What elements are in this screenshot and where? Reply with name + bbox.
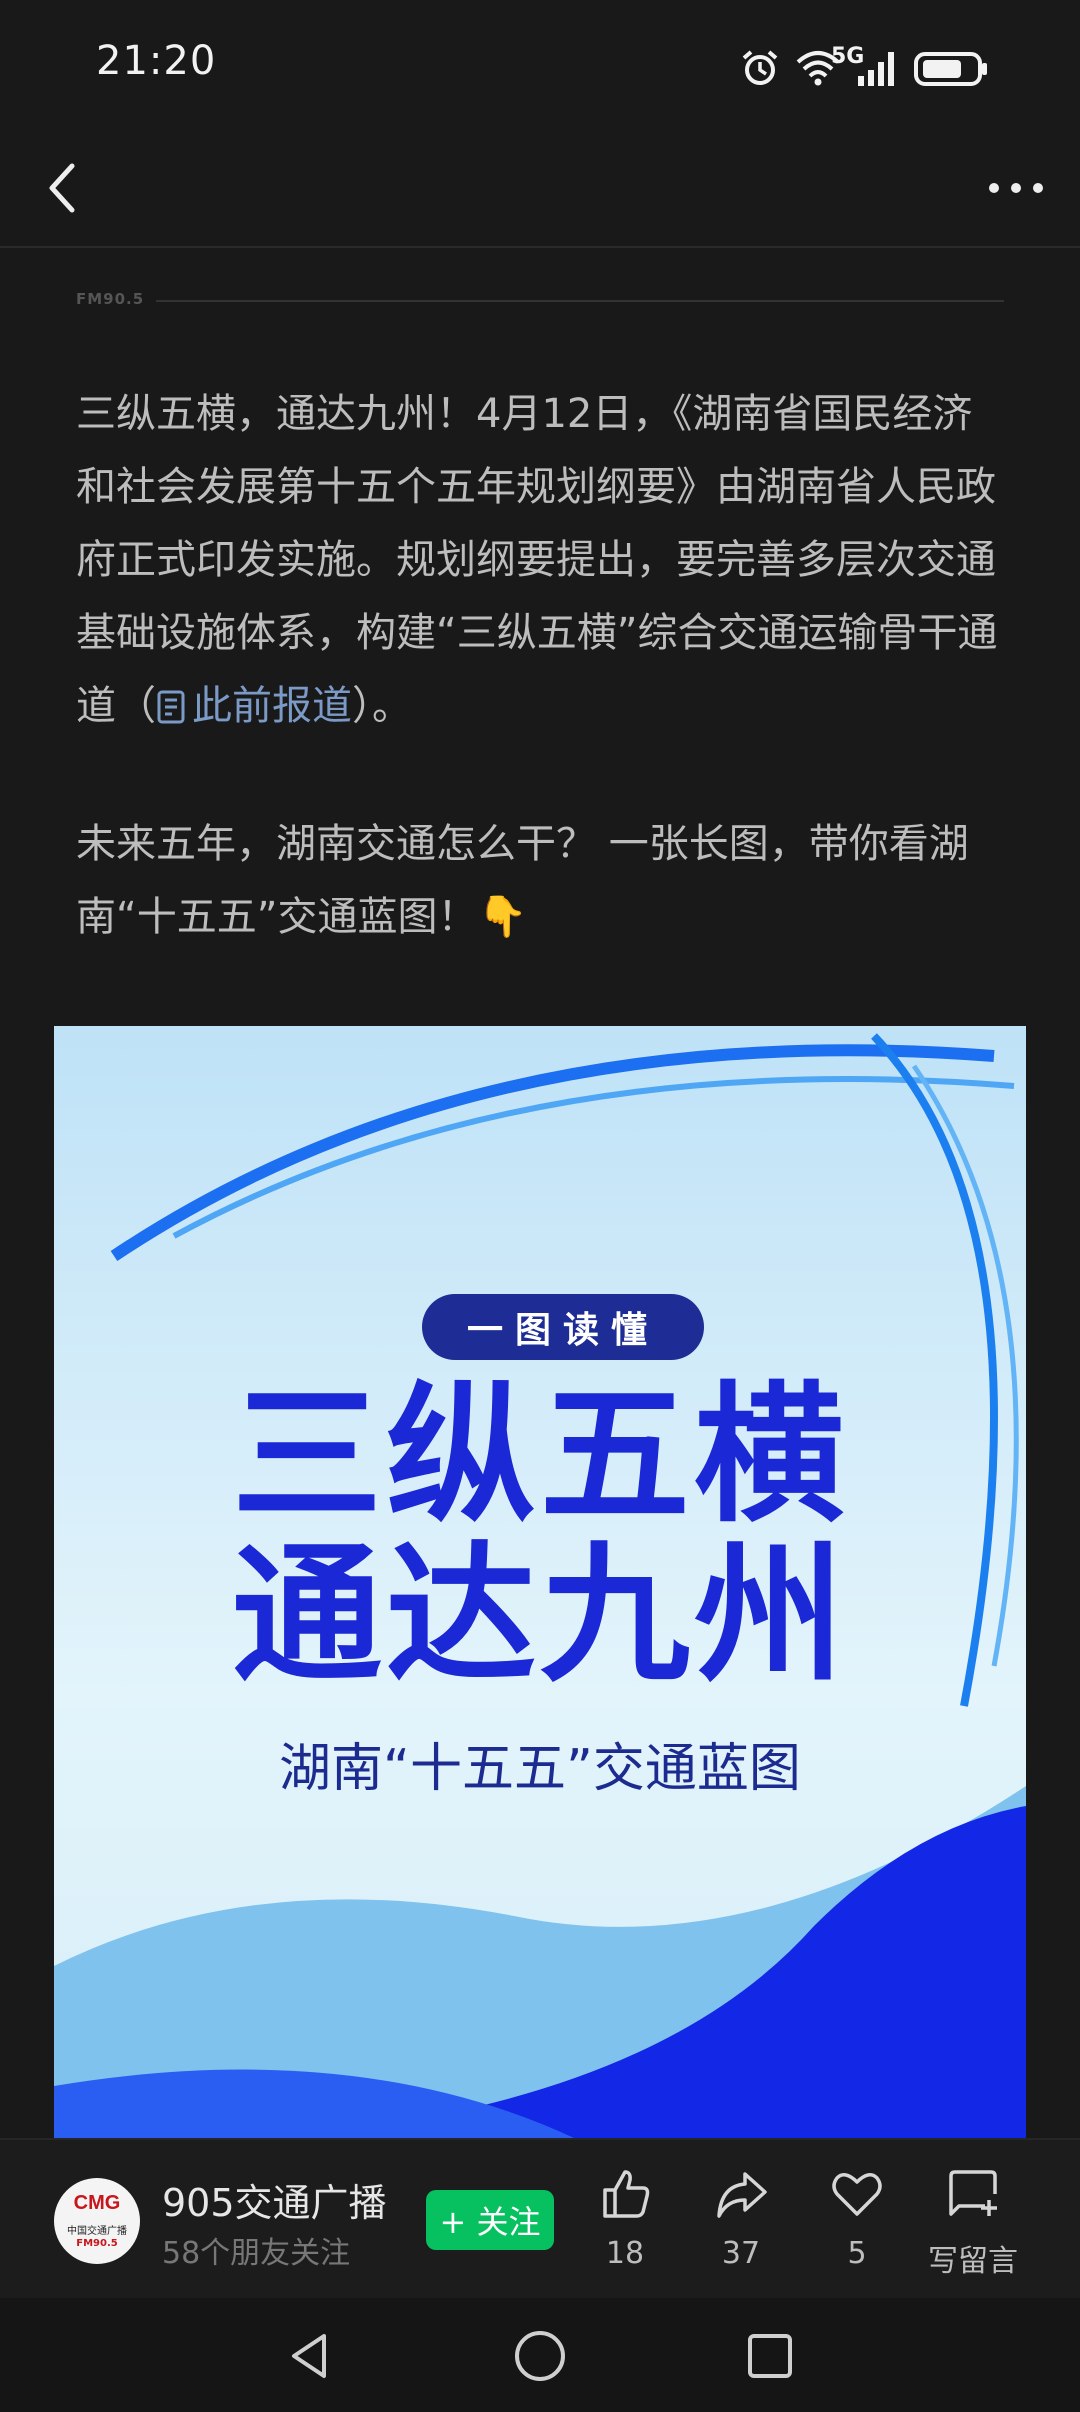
paragraph-1-end: ）。 <box>352 683 412 729</box>
previous-report-link-text: 此前报道 <box>192 683 352 729</box>
previous-report-link[interactable]: 此前报道 <box>156 683 352 729</box>
more-icon <box>989 183 1043 193</box>
top-navbar <box>0 132 1080 248</box>
nav-home-icon[interactable] <box>510 2326 570 2386</box>
thumb-up-icon <box>603 2170 650 2218</box>
heart-icon <box>832 2173 882 2216</box>
share-button[interactable]: 37 <box>686 2166 796 2271</box>
nav-recents-icon[interactable] <box>740 2326 800 2386</box>
alarm-icon <box>742 50 778 85</box>
article-paragraph-2: 未来五年，湖南交通怎么干？ 一张长图，带你看湖南“十五五”交通蓝图！👇 <box>76 821 969 940</box>
document-icon <box>157 690 185 724</box>
source-tag: FM90.5 <box>76 290 145 308</box>
friends-following: 58个朋友关注 <box>162 2236 351 2271</box>
wifi-icon <box>796 51 840 86</box>
status-bar: 21:20 5G <box>0 0 1080 132</box>
more-button[interactable] <box>980 152 1052 224</box>
comment-label: 写留言 <box>928 2244 1018 2279</box>
follow-button[interactable]: + 关注 <box>426 2190 554 2250</box>
avatar-logo: CMG <box>73 2192 121 2214</box>
source-divider: FM90.5 <box>76 290 1004 310</box>
favorite-button[interactable]: 5 <box>802 2166 912 2271</box>
like-button[interactable]: 18 <box>570 2166 680 2271</box>
signal-icon <box>858 52 894 86</box>
status-icons <box>740 44 990 92</box>
bottom-action-bar: CMG 中国交通广播 FM90.5 905交通广播 58个朋友关注 + 关注 1… <box>0 2138 1080 2300</box>
poster-pill-label: 一图读懂 <box>422 1294 704 1360</box>
comment-icon <box>949 2170 997 2216</box>
favorite-count: 5 <box>847 2236 867 2271</box>
article-paragraph-1: 三纵五横，通达九州！4月12日，《湖南省国民经济和社会发展第十五个五年规划纲要》… <box>76 378 1006 743</box>
account-avatar[interactable]: CMG 中国交通广播 FM90.5 <box>54 2178 140 2264</box>
like-count: 18 <box>605 2236 645 2271</box>
poster-headline-1: 三纵五横 <box>231 1369 848 1543</box>
paragraph-1-text: 三纵五横，通达九州！4月12日，《湖南省国民经济和社会发展第十五个五年规划纲要》… <box>76 391 998 729</box>
share-count: 37 <box>721 2236 761 2271</box>
account-name[interactable]: 905交通广播 <box>162 2172 387 2227</box>
poster-image[interactable]: 一图读懂 三纵五横 通达九州 湖南“十五五”交通蓝图 <box>54 1026 1026 2138</box>
article-body: 三纵五横，通达九州！4月12日，《湖南省国民经济和社会发展第十五个五年规划纲要》… <box>76 378 1006 954</box>
poster-headline-2: 通达九州 <box>231 1529 848 1703</box>
nav-back-icon[interactable] <box>280 2326 340 2386</box>
avatar-frequency: FM90.5 <box>76 2238 118 2249</box>
divider-line <box>156 300 1004 302</box>
share-icon <box>717 2172 767 2218</box>
poster-subtitle: 湖南“十五五”交通蓝图 <box>279 1739 801 1799</box>
back-button[interactable] <box>28 152 100 224</box>
back-icon <box>49 163 75 213</box>
avatar-subtitle: 中国交通广播 <box>67 2226 127 2237</box>
comment-button[interactable]: 写留言 <box>918 2166 1028 2280</box>
status-time: 21:20 <box>96 38 217 84</box>
battery-icon <box>914 52 987 86</box>
system-navigation-bar <box>0 2298 1080 2412</box>
